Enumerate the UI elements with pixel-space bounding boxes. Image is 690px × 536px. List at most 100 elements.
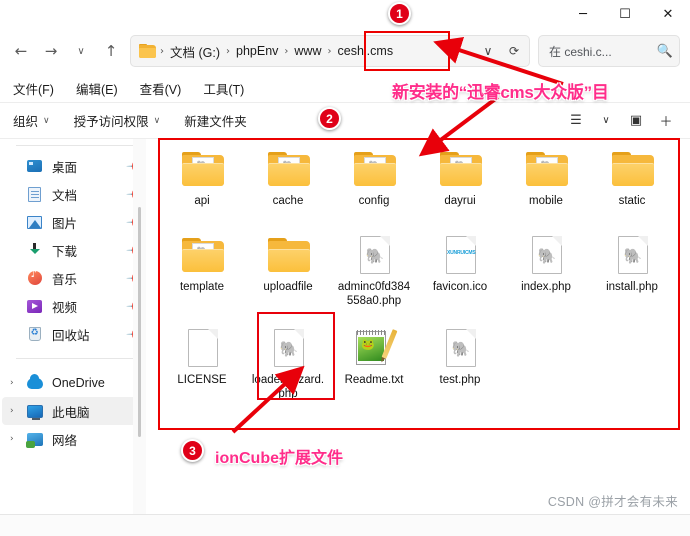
php-file-icon: 🐘 [436, 327, 484, 371]
file-item-index-php[interactable]: 🐘 index.php [503, 230, 589, 318]
share-access-button[interactable]: 授予访问权限 ∨ [74, 111, 161, 130]
sidebar-item-videos[interactable]: 视频 📌 [0, 292, 150, 320]
php-file-icon: 🐘 [264, 327, 312, 371]
breadcrumb-item-1[interactable]: phpEnv [231, 41, 283, 61]
file-item-template[interactable]: 🐘 template [159, 230, 245, 318]
sidebar-item-network[interactable]: › 网络 [0, 425, 150, 453]
file-item-api[interactable]: 🐘 api [159, 144, 245, 230]
chevron-right-icon[interactable]: › [10, 434, 14, 444]
new-folder-button[interactable]: 新建文件夹 [184, 111, 247, 130]
breadcrumb-separator: › [327, 45, 332, 57]
annotation-text-top: 新安装的“迅睿cms大众版”目 [392, 83, 609, 102]
file-name: install.php [606, 281, 658, 293]
desktop-icon [26, 158, 43, 174]
back-button[interactable]: ← [6, 36, 36, 66]
sidebar-item-pictures[interactable]: 图片 📌 [0, 208, 150, 236]
organize-button[interactable]: 组织 ∨ [13, 111, 50, 130]
file-item-admin-php[interactable]: 🐘 adminc0fd384558a0.php [331, 230, 417, 318]
file-grid-row-1: 🐘 api 🐘 cache 🐘 config 🐘 dayr [159, 144, 679, 230]
folder-php-icon: 🐘 [436, 148, 484, 192]
close-button[interactable]: ✕ [646, 0, 690, 28]
maximize-button[interactable]: ☐ [604, 0, 646, 28]
folder-icon [608, 148, 656, 192]
window-controls: ─ ☐ ✕ [562, 0, 690, 28]
file-item-dayrui[interactable]: 🐘 dayrui [417, 144, 503, 230]
sidebar-item-label: 图片 [52, 216, 78, 231]
generic-file-icon [178, 327, 226, 371]
watermark: CSDN @拼才会有未来 [547, 495, 678, 509]
file-name: loader-wizard.php [251, 374, 325, 400]
sidebar-item-label: 网络 [52, 433, 78, 448]
forward-button[interactable]: → [36, 36, 66, 66]
status-bar [0, 514, 690, 536]
folder-php-icon: 🐘 [522, 148, 570, 192]
sidebar-item-this-pc[interactable]: › 此电脑 [2, 397, 144, 425]
menu-item-edit[interactable]: 编辑(E) [76, 79, 118, 98]
folder-php-icon: 🐘 [178, 234, 226, 278]
folder-icon [264, 234, 312, 278]
cms-logo-text: XUNRUICMS [447, 250, 476, 256]
breadcrumb-item-0[interactable]: 文档 (G:) [165, 39, 225, 64]
sidebar-item-desktop[interactable]: 桌面 📌 [0, 152, 150, 180]
title-bar: ─ ☐ ✕ [0, 0, 690, 28]
share-access-label: 授予访问权限 [73, 115, 149, 129]
sidebar-item-label: OneDrive [52, 376, 105, 390]
file-item-mobile[interactable]: 🐘 mobile [503, 144, 589, 230]
file-name: index.php [521, 281, 571, 293]
file-name: test.php [439, 374, 481, 386]
file-item-static[interactable]: static [589, 144, 675, 230]
folder-php-icon: 🐘 [350, 148, 398, 192]
file-item-loader-wizard-php[interactable]: 🐘 loader-wizard.php [245, 323, 331, 415]
refresh-icon[interactable]: ⟳ [501, 38, 527, 64]
chevron-right-icon[interactable]: › [10, 406, 14, 416]
file-item-cache[interactable]: 🐘 cache [245, 144, 331, 230]
nav-scrollbar-thumb[interactable] [138, 207, 141, 437]
view-icon[interactable]: ☰ [562, 108, 590, 134]
file-item-license[interactable]: LICENSE [159, 323, 245, 415]
notepad-file-icon: 🐸 [350, 327, 398, 371]
sidebar-item-music[interactable]: 音乐 📌 [0, 264, 150, 292]
sidebar-item-recycle-bin[interactable]: 回收站 📌 [0, 320, 150, 348]
view-chevron-down-icon[interactable]: ∨ [592, 108, 620, 134]
menu-item-view[interactable]: 查看(V) [140, 79, 182, 98]
search-icon: 🔍 [656, 43, 673, 59]
command-bar: 组织 ∨ 授予访问权限 ∨ 新建文件夹 ☰ ∨ ▣ ＋ [0, 103, 690, 139]
file-item-readme-txt[interactable]: 🐸 Readme.txt [331, 323, 417, 415]
favicon-file-icon: XUNRUICMS [436, 234, 484, 278]
sidebar-item-documents[interactable]: 文档 📌 [0, 180, 150, 208]
add-icon[interactable]: ＋ [652, 108, 680, 134]
music-icon [26, 269, 43, 286]
pictures-icon [26, 214, 43, 230]
search-box[interactable]: 在 ceshi.c... 🔍 [538, 35, 680, 67]
file-item-config[interactable]: 🐘 config [331, 144, 417, 230]
breadcrumb-item-2[interactable]: www [289, 41, 326, 61]
search-input[interactable]: 在 ceshi.c... [549, 43, 657, 60]
file-name: dayrui [444, 195, 476, 207]
chevron-right-icon[interactable]: › [10, 378, 14, 388]
menu-item-file[interactable]: 文件(F) [13, 79, 54, 98]
file-item-favicon-ico[interactable]: XUNRUICMS favicon.ico [417, 230, 503, 318]
minimize-button[interactable]: ─ [562, 0, 604, 28]
file-item-uploadfile[interactable]: uploadfile [245, 230, 331, 318]
chevron-down-icon[interactable]: ∨ [475, 38, 501, 64]
breadcrumb-path-bar[interactable]: › 文档 (G:) › phpEnv › www › ceshi.cms ∨ ⟳ [130, 35, 530, 67]
file-explorer-window: ─ ☐ ✕ ← → ∨ ↑ › 文档 (G:) › phpEnv › www ›… [0, 0, 690, 536]
folder-php-icon: 🐘 [178, 148, 226, 192]
recycle-bin-icon [26, 326, 43, 342]
menu-item-tools[interactable]: 工具(T) [203, 79, 244, 98]
breadcrumb-item-3[interactable]: ceshi.cms [333, 41, 399, 61]
file-item-install-php[interactable]: 🐘 install.php [589, 230, 675, 318]
file-name: static [618, 195, 646, 207]
sidebar-item-onedrive[interactable]: › OneDrive [0, 369, 150, 397]
php-file-icon: 🐘 [522, 234, 570, 278]
recent-locations-button[interactable]: ∨ [66, 36, 96, 66]
sidebar-item-downloads[interactable]: 下载 📌 [0, 236, 150, 264]
file-name: template [179, 281, 225, 293]
file-name: api [194, 195, 210, 207]
preview-pane-icon[interactable]: ▣ [622, 108, 650, 134]
nav-divider [16, 145, 138, 146]
file-item-test-php[interactable]: 🐘 test.php [417, 323, 503, 415]
php-file-icon: 🐘 [608, 234, 656, 278]
sidebar-item-label: 下载 [52, 244, 78, 259]
up-button[interactable]: ↑ [96, 36, 126, 66]
